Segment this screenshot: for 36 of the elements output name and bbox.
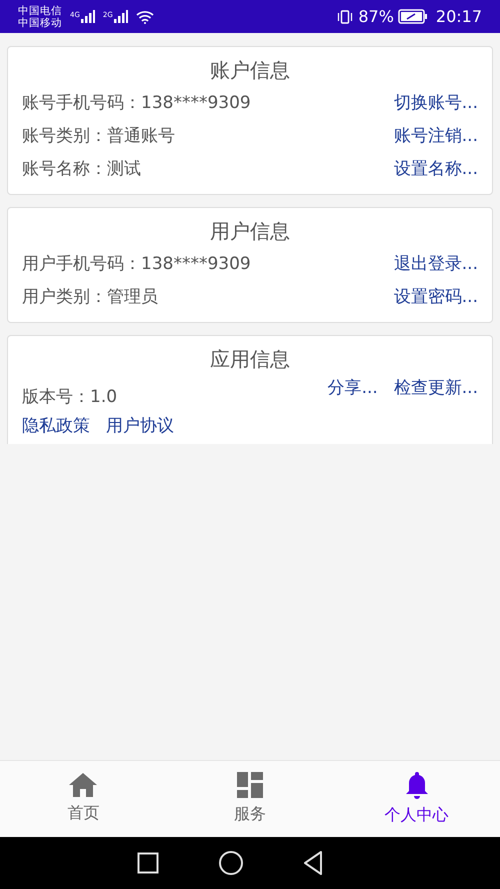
nav-tab[interactable]: 个人中心 bbox=[333, 761, 500, 837]
version-text: 版本号：1.0 bbox=[22, 386, 118, 408]
home-button[interactable] bbox=[219, 851, 243, 875]
info-text: 账号类别：普通账号 bbox=[22, 124, 175, 148]
nav-tab[interactable]: 服务 bbox=[166, 761, 334, 837]
info-text: 用户类别：管理员 bbox=[22, 286, 158, 309]
info-text: 用户手机号码：138****9309 bbox=[22, 252, 251, 276]
bell-icon bbox=[404, 771, 429, 799]
action-link[interactable]: 分享... bbox=[328, 376, 378, 402]
battery-percent: 87% bbox=[358, 6, 394, 28]
action-link[interactable]: 设置密码... bbox=[394, 284, 478, 310]
action-link[interactable]: 账号注销... bbox=[394, 124, 478, 150]
status-time: 20:17 bbox=[436, 6, 482, 28]
battery-icon bbox=[398, 9, 428, 24]
carrier-name: 中国电信 bbox=[18, 4, 62, 16]
recents-button[interactable] bbox=[137, 852, 159, 874]
info-text: 账号名称：测试 bbox=[22, 158, 141, 181]
carrier-name: 中国移动 bbox=[18, 16, 62, 28]
signal-icon bbox=[114, 10, 128, 23]
card-title: 应用信息 bbox=[209, 346, 291, 373]
policy-link[interactable]: 隐私政策 bbox=[22, 414, 90, 440]
policy-link[interactable]: 用户协议 bbox=[106, 414, 174, 440]
wifi-icon bbox=[136, 10, 154, 24]
info-text: 账号手机号码：138****9309 bbox=[22, 92, 251, 115]
dashboard-icon bbox=[237, 772, 263, 798]
back-button[interactable] bbox=[303, 851, 323, 875]
card-title: 用户信息 bbox=[209, 218, 291, 245]
signal-icon bbox=[80, 10, 95, 23]
card-title: 账户信息 bbox=[209, 57, 291, 84]
action-link[interactable]: 切换账号... bbox=[394, 90, 478, 116]
vibrate-icon bbox=[336, 10, 354, 24]
action-link[interactable]: 设置名称... bbox=[394, 156, 478, 182]
action-link[interactable]: 退出登录... bbox=[394, 252, 478, 278]
action-link[interactable]: 检查更新... bbox=[394, 376, 478, 402]
nav-tab[interactable]: 首页 bbox=[0, 761, 167, 837]
home-icon bbox=[69, 773, 98, 797]
